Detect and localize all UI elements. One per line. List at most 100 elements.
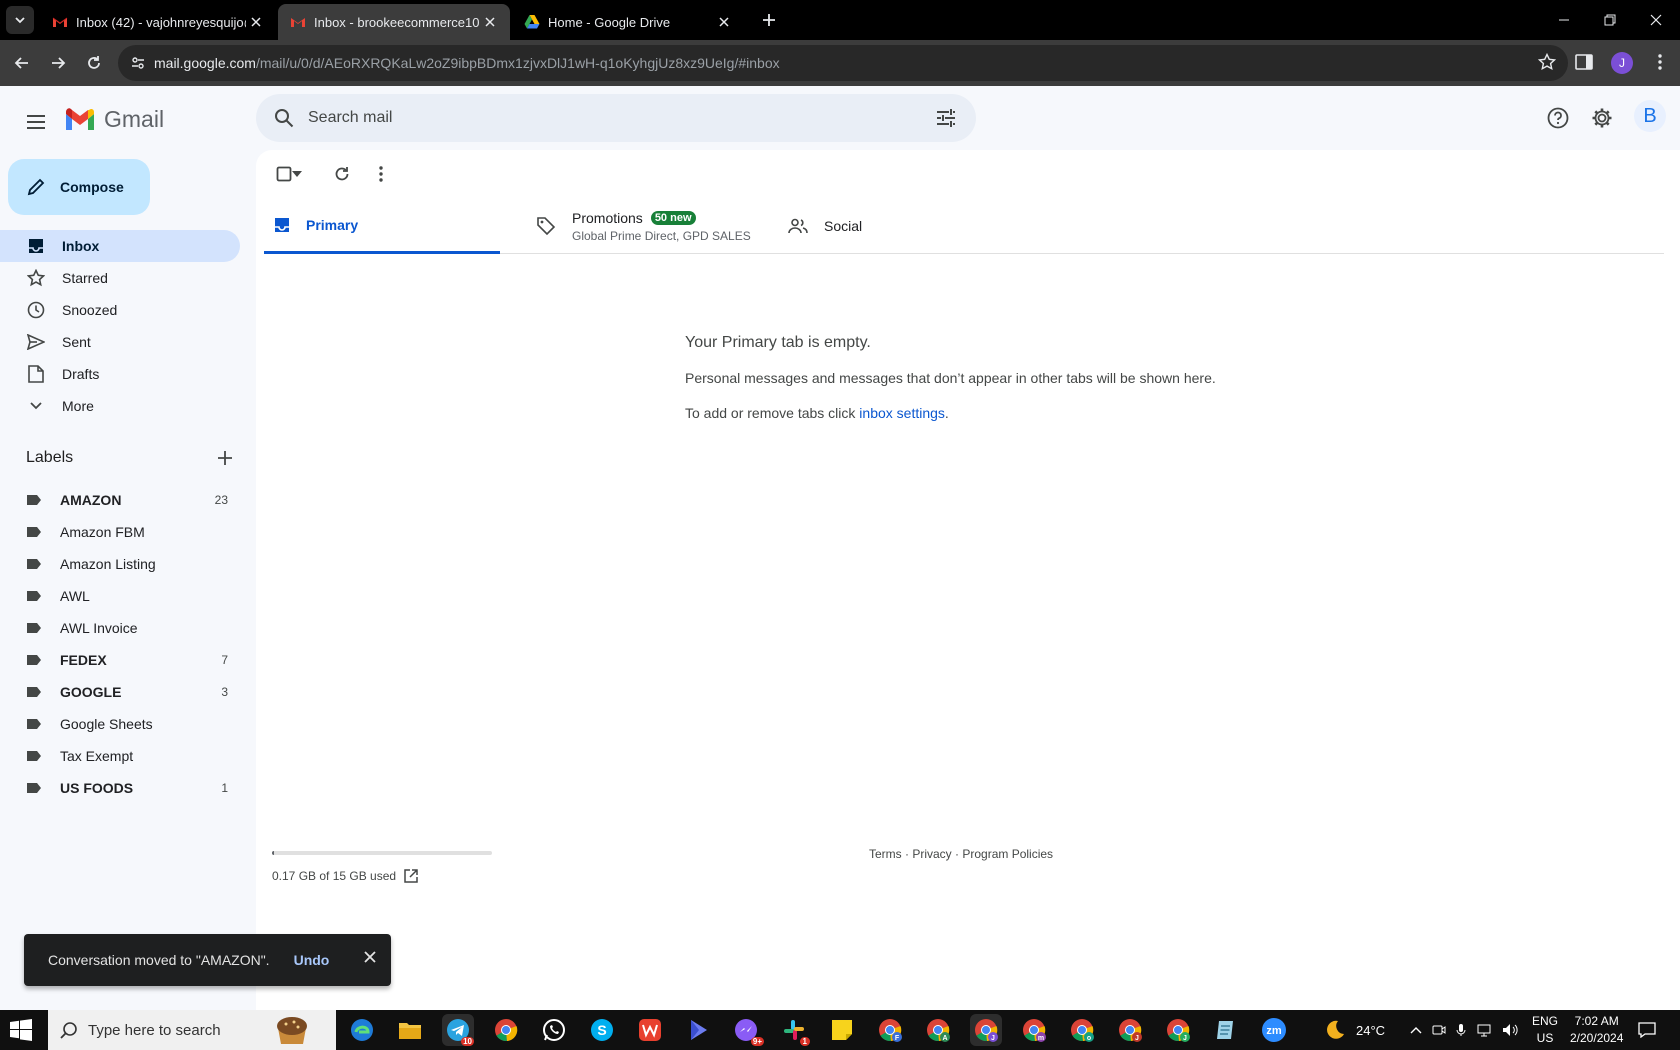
taskbar-chrome-profile-red-icon[interactable]: J (1114, 1014, 1146, 1046)
microphone-icon[interactable] (1456, 1023, 1466, 1037)
label-item[interactable]: AMAZON 23 (0, 484, 240, 516)
sidebar-item-drafts[interactable]: Drafts (0, 358, 240, 390)
label-unread-count: 3 (221, 685, 228, 699)
tab-social[interactable]: Social (778, 198, 1014, 254)
volume-icon[interactable] (1502, 1023, 1518, 1037)
taskbar-sticky-notes-icon[interactable] (826, 1014, 858, 1046)
restore-button[interactable] (1592, 6, 1628, 34)
undo-button[interactable]: Undo (294, 952, 330, 968)
taskbar-messenger-icon[interactable]: 9+ (730, 1014, 764, 1046)
sidebar-item-snoozed[interactable]: Snoozed (0, 294, 240, 326)
sidebar-item-label: Sent (62, 334, 91, 350)
sidebar-item-starred[interactable]: Starred (0, 262, 240, 294)
forward-button[interactable] (44, 49, 72, 77)
side-panel-icon[interactable] (1574, 52, 1594, 72)
taskbar-whatsapp-icon[interactable] (538, 1014, 570, 1046)
svg-text:J: J (1183, 1035, 1187, 1042)
search-options-icon[interactable] (922, 94, 970, 142)
taskbar-chrome-profile-o-icon[interactable]: o (1066, 1014, 1098, 1046)
terms-link[interactable]: Terms (869, 847, 902, 861)
select-dropdown-button[interactable] (289, 160, 305, 188)
tab-search-button[interactable] (6, 6, 34, 34)
tab-primary[interactable]: Primary (264, 198, 500, 254)
open-in-new-icon[interactable] (404, 869, 418, 883)
address-bar[interactable]: mail.google.com/mail/u/0/d/AEoRXRQKaLw2o… (118, 45, 1568, 81)
label-item[interactable]: FEDEX 7 (0, 644, 240, 676)
tune-icon (132, 57, 144, 69)
program-policies-link[interactable]: Program Policies (962, 847, 1053, 861)
sidebar-item-inbox[interactable]: Inbox (0, 230, 240, 262)
minimize-button[interactable] (1546, 6, 1582, 34)
taskbar-slack-icon[interactable]: 1 (778, 1014, 810, 1046)
more-vert-icon[interactable] (1650, 52, 1670, 72)
taskbar-chrome-profile-f-icon[interactable]: F (874, 1014, 906, 1046)
new-tab-button[interactable] (757, 8, 781, 32)
tab-title: Home - Google Drive (548, 14, 671, 30)
clock[interactable]: 7:02 AM 2/20/2024 (1570, 1010, 1640, 1050)
gmail-logo[interactable]: Gmail (64, 106, 164, 133)
label-item[interactable]: Amazon Listing (0, 548, 240, 580)
search-bar[interactable]: Search mail (256, 94, 976, 142)
show-hidden-icons-chevron-icon[interactable] (1410, 1026, 1422, 1034)
browser-tab-inbox-brooke[interactable]: Inbox - brookeecommerce1036 (278, 4, 510, 40)
main-menu-button[interactable] (20, 106, 52, 138)
windows-start-icon[interactable] (10, 1019, 32, 1041)
close-tab-icon[interactable] (714, 12, 734, 32)
browser-profile-avatar[interactable]: J (1611, 52, 1633, 74)
close-window-button[interactable] (1638, 6, 1674, 34)
sidebar-item-more[interactable]: More (0, 390, 240, 422)
label-item[interactable]: Amazon FBM (0, 516, 240, 548)
site-info-button[interactable] (122, 45, 154, 81)
search-icon[interactable] (260, 94, 308, 142)
taskbar-edge-icon[interactable] (346, 1014, 378, 1046)
label-item[interactable]: AWL Invoice (0, 612, 240, 644)
compose-button[interactable]: Compose (8, 159, 150, 215)
input-language-indicator[interactable]: ENG US (1532, 1010, 1562, 1050)
refresh-button[interactable] (328, 160, 356, 188)
label-item[interactable]: Google Sheets (0, 708, 240, 740)
close-tab-icon[interactable] (480, 12, 500, 32)
bookmark-star-icon[interactable] (1538, 53, 1556, 71)
taskbar-chrome-profile-j-icon[interactable]: J (970, 1014, 1002, 1046)
taskbar-chrome-profile-m-icon[interactable]: m (1018, 1014, 1050, 1046)
sidebar-item-sent[interactable]: Sent (0, 326, 240, 358)
taskbar-search-box[interactable]: Type here to search (48, 1010, 336, 1050)
inbox-settings-link[interactable]: inbox settings (859, 405, 945, 421)
reload-button[interactable] (80, 49, 108, 77)
network-icon[interactable] (1476, 1023, 1492, 1037)
taskbar-file-explorer-icon[interactable] (394, 1014, 426, 1046)
send-icon (26, 332, 46, 352)
meet-now-icon[interactable] (1432, 1023, 1446, 1037)
taskbar-media-player-icon[interactable] (682, 1014, 714, 1046)
account-avatar[interactable]: B (1634, 100, 1666, 132)
label-item[interactable]: Tax Exempt (0, 740, 240, 772)
taskbar-chrome-icon[interactable] (490, 1014, 522, 1046)
taskbar-notepad-icon[interactable] (1210, 1014, 1242, 1046)
weather-widget[interactable]: 24°C (1324, 1010, 1385, 1050)
separator: · (901, 847, 913, 861)
taskbar-chrome-profile-a-icon[interactable]: A (922, 1014, 954, 1046)
add-label-icon[interactable] (218, 451, 232, 465)
browser-tab-inbox-42[interactable]: Inbox (42) - vajohnreyesquijo@ (40, 4, 276, 40)
taskbar-chrome-profile-j2-icon[interactable]: J (1162, 1014, 1194, 1046)
taskbar-telegram-icon[interactable]: 10 (442, 1014, 474, 1046)
browser-tab-google-drive[interactable]: Home - Google Drive (512, 4, 744, 40)
settings-gear-icon[interactable] (1584, 100, 1620, 136)
search-input[interactable]: Search mail (308, 109, 922, 127)
label-item[interactable]: US FOODS 1 (0, 772, 240, 804)
tab-title: Inbox (42) - vajohnreyesquijo@ (76, 14, 246, 30)
taskbar-zoom-icon[interactable]: zm (1258, 1014, 1290, 1046)
label-item[interactable]: AWL (0, 580, 240, 612)
privacy-link[interactable]: Privacy (912, 847, 951, 861)
help-icon[interactable] (1540, 100, 1576, 136)
back-button[interactable] (8, 49, 36, 77)
more-options-button[interactable] (367, 160, 395, 188)
close-tab-icon[interactable] (246, 12, 266, 32)
taskbar-skype-icon[interactable]: S (586, 1014, 618, 1046)
taskbar-wps-office-icon[interactable] (634, 1014, 666, 1046)
tab-promotions[interactable]: Promotions 50 new Global Prime Direct, G… (526, 198, 762, 254)
close-icon[interactable] (363, 950, 377, 964)
action-center-icon[interactable] (1638, 1010, 1656, 1050)
label-item[interactable]: GOOGLE 3 (0, 676, 240, 708)
tab-label: Promotions (572, 209, 643, 226)
